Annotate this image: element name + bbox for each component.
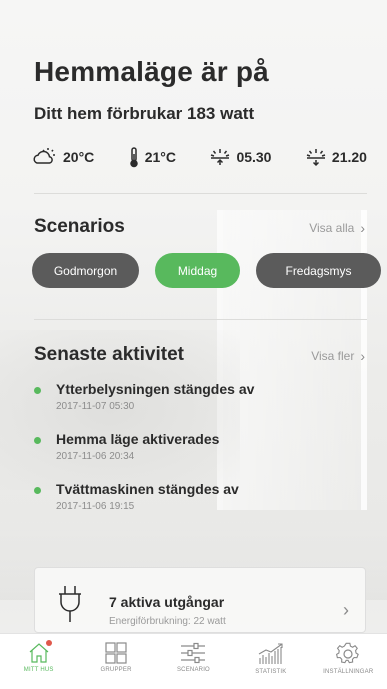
sunset-time: 21.20	[305, 146, 367, 168]
active-outlets-count: 7 aktiva utgångar	[109, 594, 225, 610]
indoor-temp: 21°C	[128, 146, 176, 168]
weather-bar: 20°C 21°C 05.30 21.20	[32, 143, 367, 171]
tab-grupper[interactable]: GRUPPER	[81, 634, 151, 673]
sunrise-icon	[209, 146, 231, 168]
tab-bar: MITT HUS GRUPPER SCENARIO STATISTIK INST…	[0, 633, 387, 689]
scenario-list: Godmorgon Middag Fredagsmys	[32, 253, 387, 288]
scenarios-title: Scenarios	[34, 216, 125, 237]
divider	[34, 319, 367, 320]
home-screen: Hemmaläge är på Ditt hem förbrukar 183 w…	[0, 0, 387, 689]
notification-dot	[45, 640, 52, 646]
chevron-right-icon: ›	[360, 220, 365, 236]
tab-scenario[interactable]: SCENARIO	[158, 634, 228, 673]
scenario-chip-middag[interactable]: Middag	[155, 253, 240, 288]
tab-mitt-hus[interactable]: MITT HUS	[4, 634, 74, 673]
cloud-sun-icon	[32, 146, 58, 168]
show-more-activity-link[interactable]: Visa fler ›	[311, 348, 365, 364]
sunset-icon	[305, 146, 327, 168]
chevron-right-icon: ›	[343, 600, 349, 620]
tab-statistik[interactable]: STATISTIK	[236, 634, 306, 675]
recent-activity-title: Senaste aktivitet	[34, 344, 184, 365]
gear-icon	[336, 642, 360, 666]
activity-list: Ytterbelysningen stängdes av 2017-11-07 …	[34, 380, 364, 530]
active-outlets-card[interactable]: 7 aktiva utgångar Energiförbrukning: 22 …	[34, 567, 366, 633]
status-dot	[34, 437, 41, 444]
energy-consumption: Energiförbrukning: 22 watt	[109, 616, 226, 627]
thermometer-icon	[128, 146, 140, 168]
sliders-icon	[180, 642, 206, 664]
outdoor-temp: 20°C	[32, 146, 94, 168]
list-item: Ytterbelysningen stängdes av 2017-11-07 …	[34, 380, 364, 412]
status-dot	[34, 387, 41, 394]
scenario-chip-godmorgon[interactable]: Godmorgon	[32, 253, 139, 288]
status-dot	[34, 487, 41, 494]
sunrise-time: 05.30	[209, 146, 271, 168]
page-title: Hemmaläge är på	[34, 56, 269, 87]
power-consumption-text: Ditt hem förbrukar 183 watt	[34, 104, 255, 123]
chevron-right-icon: ›	[360, 348, 365, 364]
list-item: Tvättmaskinen stängdes av 2017-11-06 19:…	[34, 480, 364, 512]
plug-icon	[57, 584, 83, 629]
tab-installningar[interactable]: INSTÄLLNINGAR	[313, 634, 383, 675]
grid-icon	[104, 642, 128, 664]
chart-icon	[257, 642, 285, 666]
scenario-chip-fredagsmys[interactable]: Fredagsmys	[256, 253, 381, 288]
show-all-scenarios-link[interactable]: Visa alla ›	[309, 220, 365, 236]
list-item: Hemma läge aktiverades 2017-11-06 20:34	[34, 430, 364, 462]
divider	[34, 193, 367, 194]
